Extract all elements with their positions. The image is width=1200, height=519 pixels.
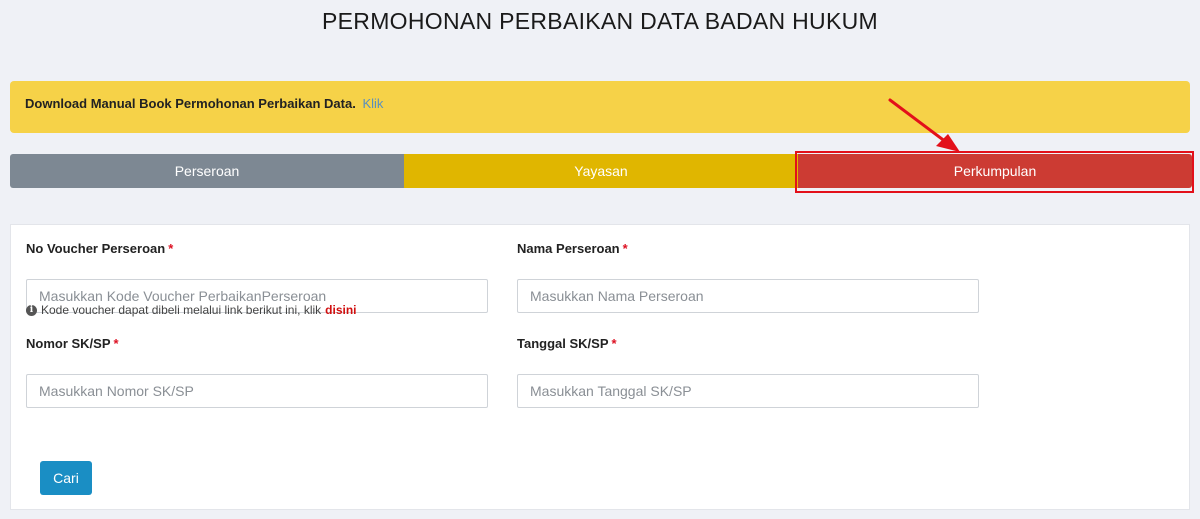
banner-download-link[interactable]: Klik xyxy=(362,96,383,111)
voucher-purchase-link[interactable]: disini xyxy=(325,303,356,317)
tanggal-sk-input[interactable] xyxy=(517,374,979,408)
tab-perkumpulan[interactable]: Perkumpulan xyxy=(798,154,1192,188)
search-button[interactable]: Cari xyxy=(40,461,92,495)
tab-yayasan[interactable]: Yayasan xyxy=(404,154,798,188)
voucher-hint-text: Kode voucher dapat dibeli melalui link b… xyxy=(41,303,322,317)
nama-input[interactable] xyxy=(517,279,979,313)
voucher-label: No Voucher Perseroan * xyxy=(26,241,174,256)
required-mark: * xyxy=(113,336,119,351)
tanggal-sk-label: Tanggal SK/SP * xyxy=(517,336,617,351)
tanggal-sk-field: Tanggal SK/SP * xyxy=(517,336,979,416)
nomor-sk-field: Nomor SK/SP * xyxy=(26,336,488,416)
nomor-sk-input[interactable] xyxy=(26,374,488,408)
required-mark: * xyxy=(168,241,174,256)
required-mark: * xyxy=(622,241,628,256)
tab-perseroan[interactable]: Perseroan xyxy=(10,154,404,188)
banner-text: Download Manual Book Permohonan Perbaika… xyxy=(25,96,356,111)
search-form-panel: No Voucher Perseroan* i Kode voucher dap… xyxy=(10,224,1190,510)
page-title: PERMOHONAN PERBAIKAN DATA BADAN HUKUM xyxy=(322,8,878,34)
entity-type-tabs: Perseroan Yayasan Perkumpulan xyxy=(10,154,1192,188)
info-icon: i xyxy=(26,304,37,316)
nama-field: Nama Perseroan * xyxy=(517,241,979,321)
manual-book-banner: Download Manual Book Permohonan Perbaika… xyxy=(10,81,1190,133)
nomor-sk-label: Nomor SK/SP * xyxy=(26,336,119,351)
required-mark: * xyxy=(611,336,617,351)
voucher-hint: i Kode voucher dapat dibeli melalui link… xyxy=(26,303,357,317)
nama-label: Nama Perseroan * xyxy=(517,241,628,256)
